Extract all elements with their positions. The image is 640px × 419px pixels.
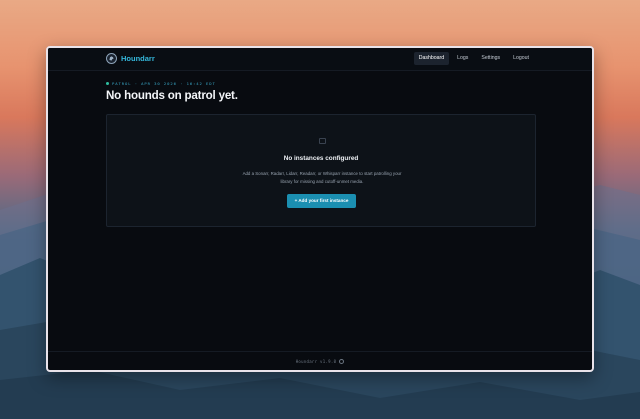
nav-logout[interactable]: Logout bbox=[508, 52, 534, 65]
patrol-status-line: PATROL · APR 30 2026 · 16:42 EDT bbox=[106, 81, 216, 86]
brand-name: Houndarr bbox=[121, 54, 155, 63]
nav-links: Dashboard Logs Settings Logout bbox=[413, 52, 534, 65]
desktop-wallpaper: Houndarr Dashboard Logs Settings Logout … bbox=[0, 0, 640, 419]
status-dot-icon bbox=[106, 82, 109, 85]
empty-state-title: No instances configured bbox=[283, 155, 359, 162]
top-navbar: Houndarr Dashboard Logs Settings Logout bbox=[48, 48, 592, 71]
footer: Houndarr v1.9.0 bbox=[48, 351, 592, 370]
empty-box-icon bbox=[319, 138, 326, 144]
browser-window: Houndarr Dashboard Logs Settings Logout … bbox=[46, 46, 594, 372]
hound-logo-icon bbox=[106, 53, 117, 64]
version-text: Houndarr v1.9.0 bbox=[295, 358, 337, 364]
nav-settings[interactable]: Settings bbox=[476, 52, 505, 65]
empty-state-card: No instances configured Add a Sonarr, Ra… bbox=[106, 114, 536, 227]
empty-state-description: Add a Sonarr, Radarr, Lidarr, Readarr, o… bbox=[242, 171, 402, 184]
nav-logs[interactable]: Logs bbox=[452, 52, 473, 65]
brand[interactable]: Houndarr bbox=[106, 53, 155, 64]
add-instance-button[interactable]: + Add your first instance bbox=[287, 194, 356, 208]
github-icon[interactable] bbox=[339, 358, 345, 364]
nav-dashboard[interactable]: Dashboard bbox=[413, 52, 450, 65]
patrol-status-text: PATROL · APR 30 2026 · 16:42 EDT bbox=[112, 81, 216, 86]
page-title: No hounds on patrol yet. bbox=[106, 89, 238, 102]
